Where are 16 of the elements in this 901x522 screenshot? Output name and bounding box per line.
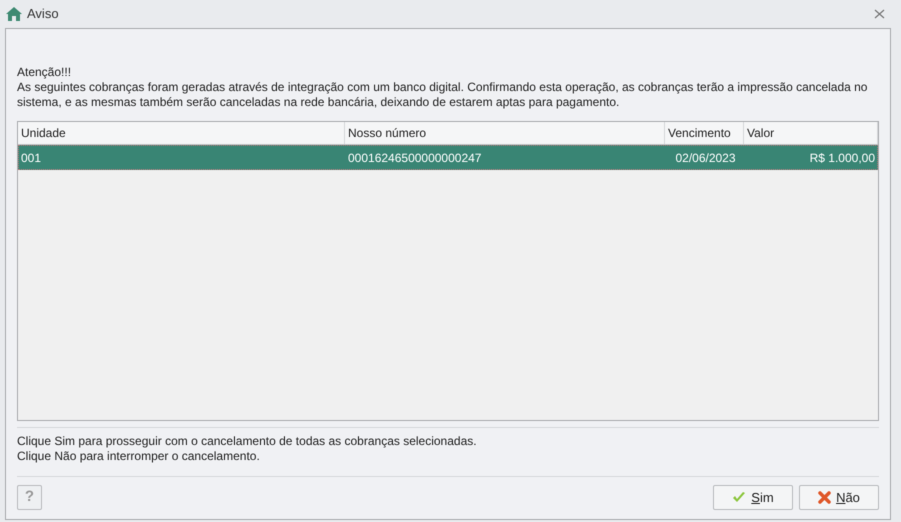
instruction-text: Clique Não para interromper o cancelamento.	[17, 449, 261, 464]
column-header[interactable]: Vencimento	[665, 122, 744, 144]
column-header[interactable]: Valor	[744, 122, 878, 144]
table-row[interactable]: 001 00016246500000000247 02/06/2023 R$ 1.000,00	[18, 145, 878, 170]
table-cell-text: R$ 1.000,00	[808, 150, 876, 166]
instruction-text: Clique Sim para prosseguir com o cancelamento de todas as cobranças selecionadas.	[17, 434, 478, 449]
alert-message: As seguintes cobranças foram geradas através de integração com um banco digital. Confirmando esta operação, as cobranças terão a impressão cancelada no sistema, e as mesmas também serão canceladas na rede bancária, deixando de estarem aptas para pagamento.	[17, 80, 868, 110]
window-title: Aviso	[27, 5, 59, 24]
alert-heading: Atenção!!!	[17, 65, 72, 80]
table-cell-text: 02/06/2023	[674, 150, 737, 166]
column-header[interactable]: Nosso número	[345, 122, 665, 144]
table-cell-text: 001	[20, 150, 42, 166]
cancel-button[interactable]: Não	[799, 485, 879, 510]
confirm-button[interactable]: Sim	[713, 485, 793, 510]
table-cell-text: 00016246500000000247	[347, 150, 482, 166]
column-header[interactable]: Unidade	[18, 122, 345, 144]
